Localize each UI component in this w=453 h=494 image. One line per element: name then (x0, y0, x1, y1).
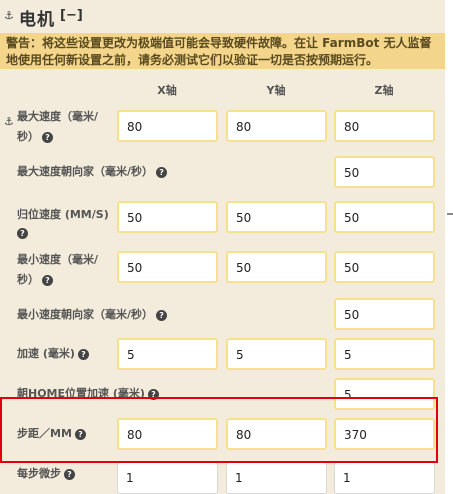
microsteps-x-input[interactable]: 1 (117, 462, 218, 494)
min-speed-y-input[interactable]: 50 (226, 251, 327, 283)
help-icon[interactable]: ? (147, 388, 159, 400)
help-icon[interactable]: ? (42, 274, 53, 286)
max-speed-y-input[interactable]: 80 (226, 110, 327, 142)
help-icon[interactable]: ? (74, 428, 86, 440)
min-speed-z-input[interactable]: 50 (334, 251, 435, 283)
help-icon[interactable]: ? (17, 228, 28, 239)
steps-per-mm-label: 步距／MM? (17, 424, 86, 444)
microsteps-label: 每步微步? (17, 464, 75, 484)
warning-banner: 警告：将这些设置更改为极端值可能会导致硬件故障。在让 FarmBot 无人监督地… (0, 33, 445, 69)
homing-speed-y-input[interactable]: 50 (226, 201, 327, 233)
microsteps-z-input[interactable]: 1 (334, 462, 435, 494)
steps-per-mm-x-input[interactable]: 80 (117, 418, 218, 450)
max-speed-home-z-input[interactable]: 50 (334, 156, 435, 188)
anchor-icon: ⚓ (4, 9, 14, 22)
anchor-icon: ⚓ (4, 115, 14, 128)
scrollbar-thumb[interactable] (447, 213, 453, 215)
max-speed-label: 最大速度（毫米/ 秒）? (17, 110, 99, 143)
help-icon[interactable]: ? (64, 468, 75, 480)
min-speed-x-input[interactable]: 50 (117, 251, 218, 283)
acceleration-x-input[interactable]: 5 (117, 338, 218, 370)
min-speed-home-label: 最小速度朝向家（毫米/秒）? (17, 305, 168, 325)
acceleration-y-input[interactable]: 5 (226, 338, 327, 370)
acceleration-label: 加速 (毫米)? (17, 344, 89, 364)
acceleration-home-z-input[interactable]: 5 (334, 378, 435, 410)
min-speed-label: 最小速度（毫米/ 秒）? (17, 253, 99, 286)
collapse-toggle[interactable]: [−] (60, 8, 83, 23)
steps-per-mm-z-input[interactable]: 370 (334, 418, 435, 450)
motors-header: ⚓ 电机 [−] (0, 0, 445, 33)
help-icon[interactable]: ? (156, 166, 168, 178)
microsteps-y-input[interactable]: 1 (226, 462, 327, 494)
steps-per-mm-y-input[interactable]: 80 (226, 418, 327, 450)
homing-speed-x-input[interactable]: 50 (117, 201, 218, 233)
max-speed-z-input[interactable]: 80 (334, 110, 435, 142)
column-header-y: Y轴 (266, 84, 286, 97)
acceleration-z-input[interactable]: 5 (334, 338, 435, 370)
scrollbar[interactable] (445, 0, 453, 494)
help-icon[interactable]: ? (77, 348, 89, 360)
help-icon[interactable]: ? (42, 131, 53, 143)
homing-speed-label: 归位速度 (MM/S) ? (17, 208, 109, 239)
homing-speed-z-input[interactable]: 50 (334, 201, 435, 233)
motors-panel: ⚓ 电机 [−] 警告：将这些设置更改为极端值可能会导致硬件故障。在让 Farm… (0, 0, 445, 494)
column-header-z: Z轴 (374, 84, 394, 97)
help-icon[interactable]: ? (156, 309, 168, 321)
section-title: 电机 (19, 10, 55, 30)
column-header-x: X轴 (157, 84, 177, 97)
max-speed-home-label: 最大速度朝向家（毫米/秒）? (17, 162, 168, 182)
acceleration-home-label: 朝HOME位置加速 (毫米)? (17, 384, 159, 404)
min-speed-home-z-input[interactable]: 50 (334, 298, 435, 330)
max-speed-x-input[interactable]: 80 (117, 110, 218, 142)
